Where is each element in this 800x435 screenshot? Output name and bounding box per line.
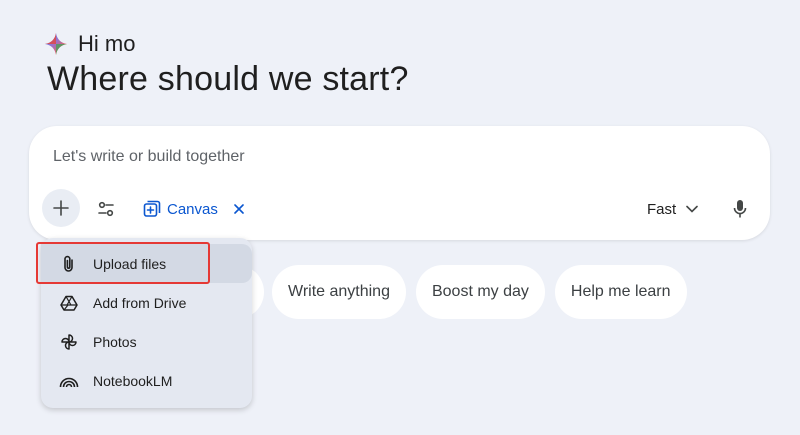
suggestion-chip[interactable]: Help me learn [554,265,687,319]
attachment-menu: Upload files Add from Drive Photos Noteb… [41,238,252,408]
suggestion-chip[interactable]: Boost my day [415,265,545,319]
plus-icon [53,200,69,216]
greeting-text: Hi mo [78,31,136,56]
mode-label: Fast [647,200,677,218]
menu-item-notebooklm[interactable]: NotebookLM [41,361,252,400]
canvas-icon [143,200,161,217]
menu-item-label: NotebookLM [93,372,173,389]
drive-icon [59,293,79,313]
menu-item-label: Add from Drive [93,294,187,311]
suggestion-chips: Write anything Boost my day Help me lear… [272,265,687,319]
photos-icon [59,332,79,352]
menu-item-label: Photos [93,333,137,350]
tools-sliders-icon [98,201,114,217]
microphone-button[interactable] [727,196,753,222]
gemini-sparkle-icon [45,33,67,55]
suggestion-chip[interactable]: Write anything [272,265,406,319]
tools-button[interactable] [93,196,119,222]
greeting-row: Hi mo [44,31,135,57]
page-title: Where should we start? [47,60,409,98]
prompt-input[interactable] [53,148,613,166]
notebooklm-icon [59,371,79,391]
paperclip-icon [59,254,79,274]
prompt-composer: Canvas Fast [29,126,770,240]
canvas-label: Canvas [167,200,218,218]
chevron-down-icon [686,205,698,213]
remove-canvas-button[interactable] [234,204,244,214]
microphone-icon [733,200,747,218]
menu-item-add-from-drive[interactable]: Add from Drive [41,283,252,322]
model-mode-select[interactable]: Fast [647,196,698,222]
menu-item-photos[interactable]: Photos [41,322,252,361]
close-icon [234,204,244,214]
add-attachment-button[interactable] [42,189,80,227]
menu-item-label: Upload files [93,255,167,272]
gemini-home: Hi mo Where should we start? Canvas [0,0,800,435]
menu-item-upload-files[interactable]: Upload files [41,244,252,283]
canvas-chip[interactable]: Canvas [143,196,244,222]
